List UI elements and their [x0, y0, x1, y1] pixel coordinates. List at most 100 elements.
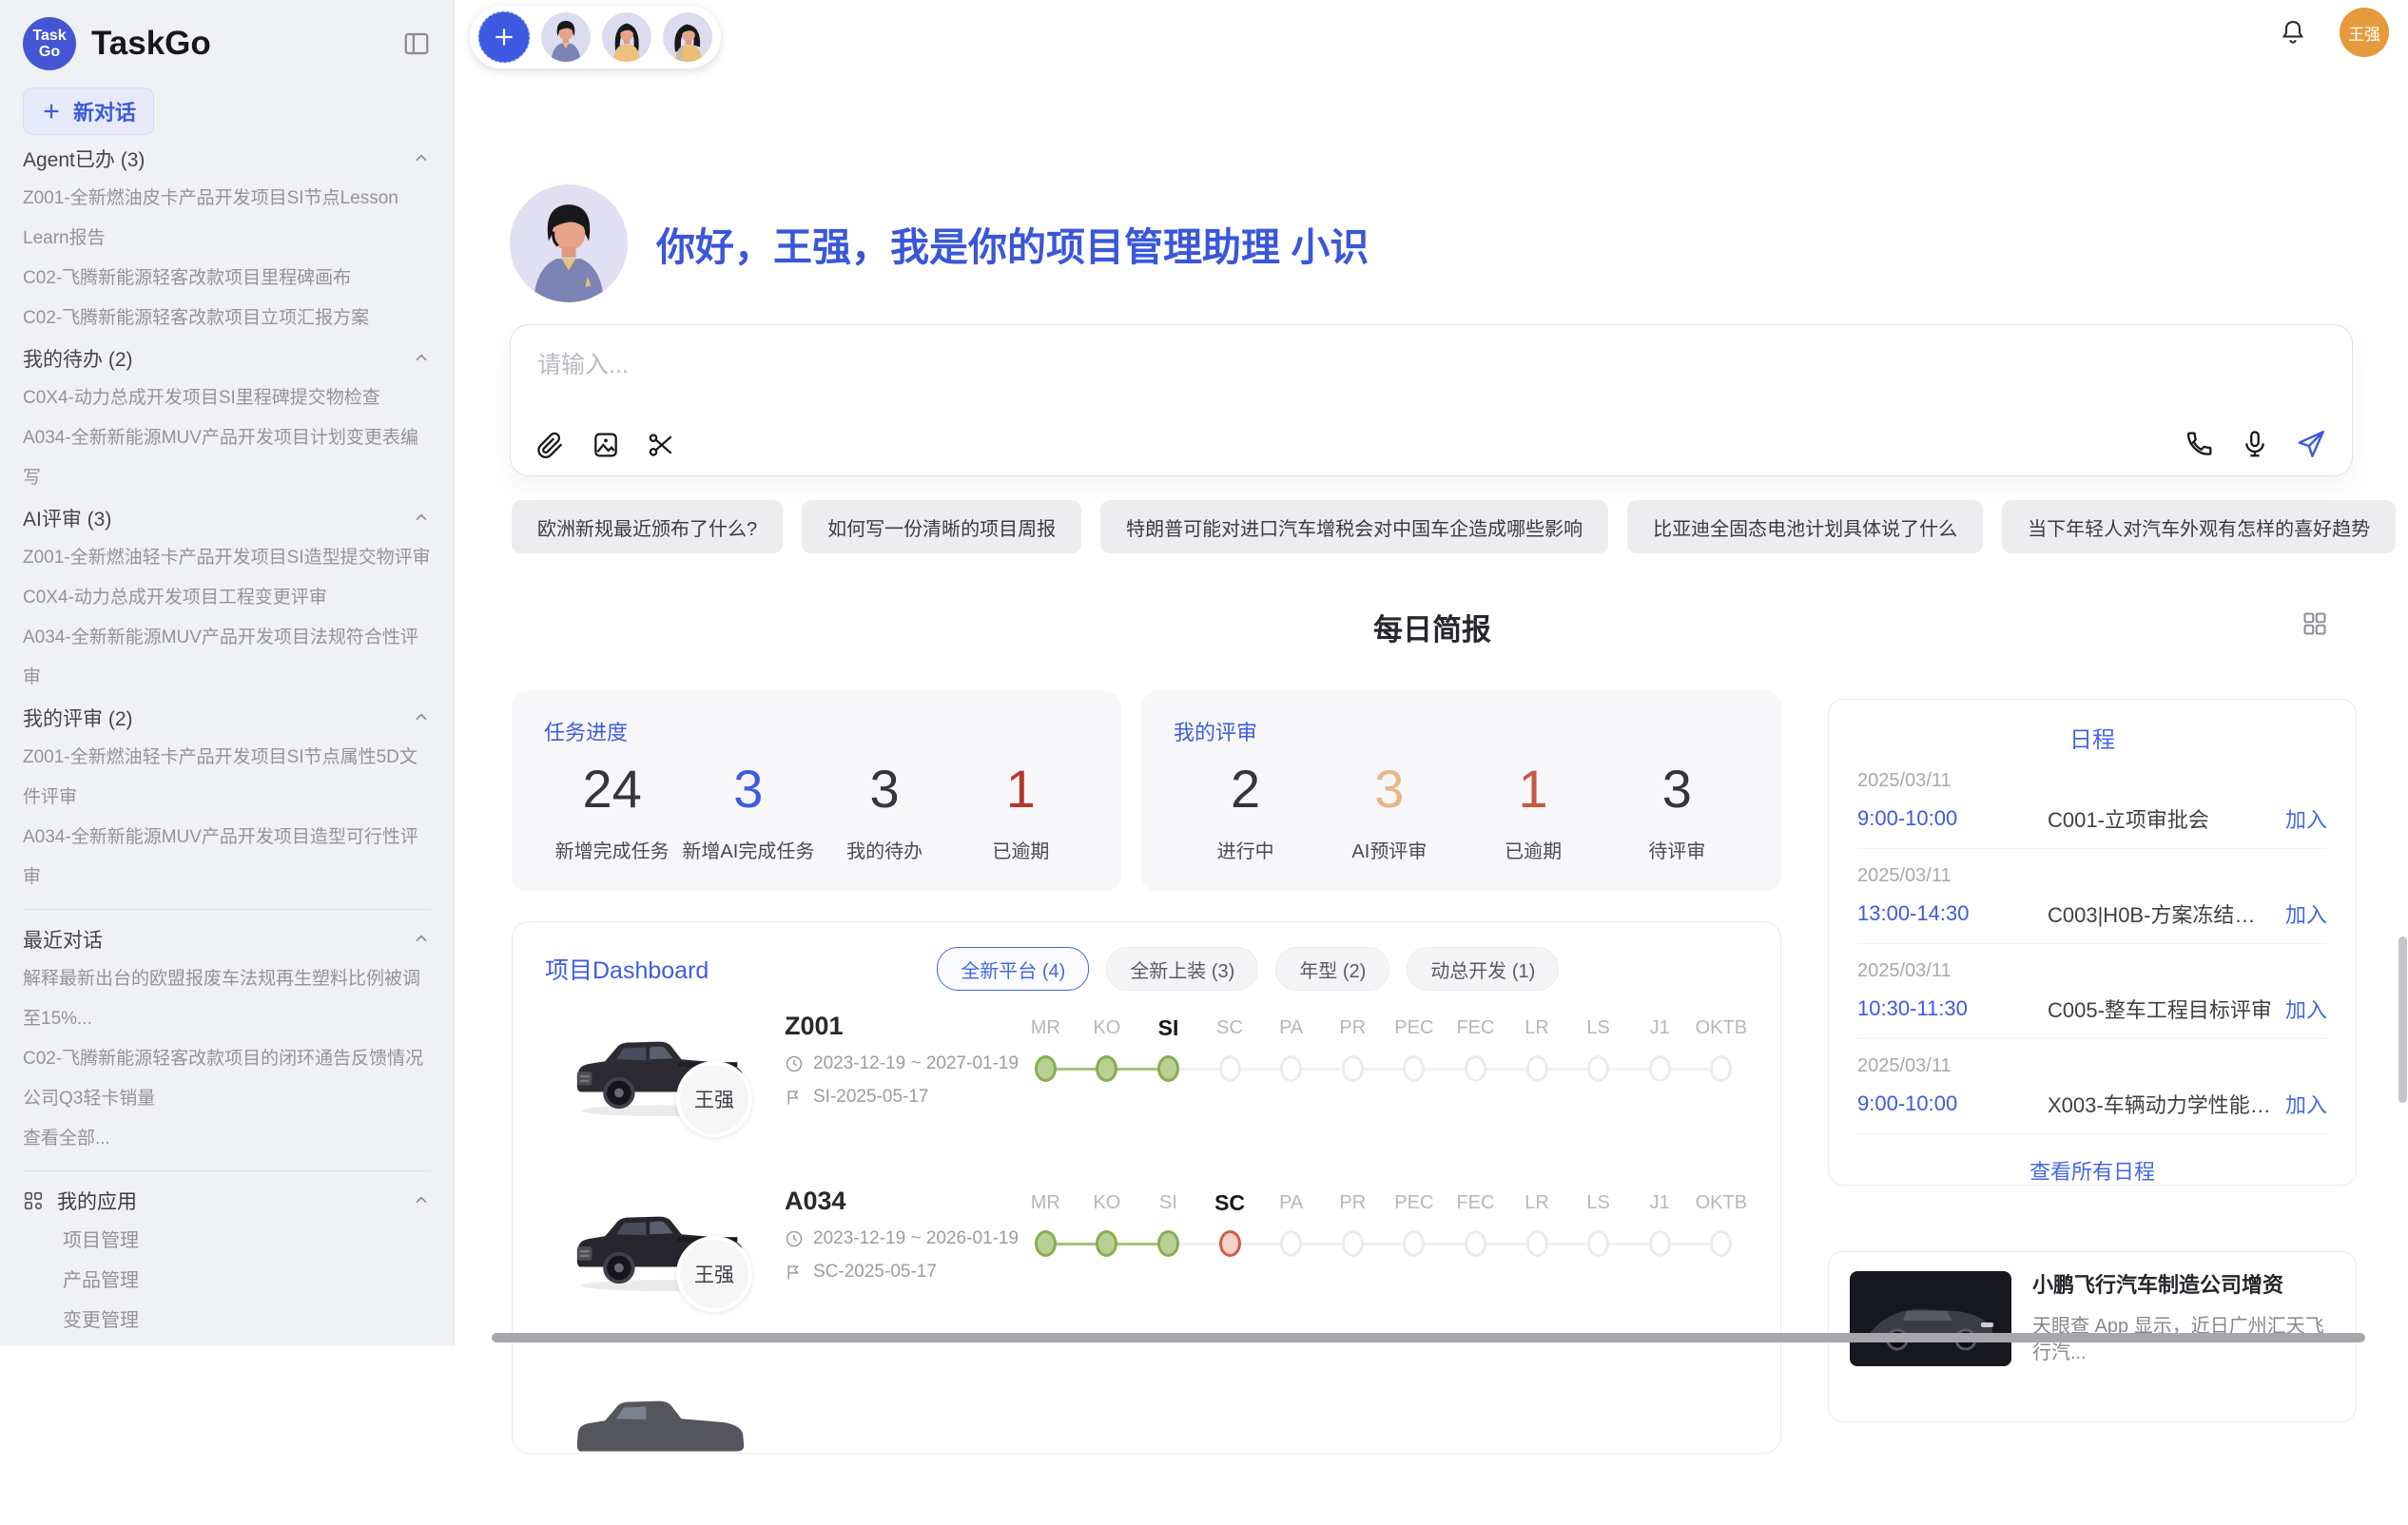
greeting: 你好，王强，我是你的项目管理助理 小识 [510, 184, 1369, 302]
section-my-todo[interactable]: 我的待办 (2) [23, 338, 431, 378]
join-link[interactable]: 加入 [2285, 994, 2327, 1024]
schedule-date: 2025/03/11 [1857, 960, 2327, 982]
greeting-text: 你好，王强，我是你的项目管理助理 小识 [656, 215, 1369, 272]
list-item[interactable]: C02-飞腾新能源轻客改款项目里程碑画布 [23, 259, 431, 299]
project-row[interactable] [513, 1365, 1780, 1525]
sidebar-item-my-apps[interactable]: 我的应用 [23, 1181, 431, 1221]
list-item[interactable]: C02-飞腾新能源轻客改款项目的闭环通告反馈情况 [23, 1039, 431, 1079]
sidebar-item-change-mgmt[interactable]: 变更管理 [23, 1301, 431, 1341]
new-chat-label: 新对话 [73, 96, 136, 126]
microphone-icon[interactable] [2240, 429, 2270, 459]
sidebar-sections: Agent已办 (3) Z001-全新燃油皮卡产品开发项目SI节点Lesson … [23, 139, 431, 1346]
schedule-item: 2025/03/11 9:00-10:00 X003-车辆动力学性能验... 加… [1857, 1039, 2327, 1134]
user-avatar[interactable]: 王强 [2340, 8, 2389, 57]
layout-grid-icon[interactable] [2301, 610, 2328, 637]
chevron-up-icon[interactable] [412, 349, 431, 368]
task-progress-card: 任务进度 24新增完成任务 3新增AI完成任务 3我的待办 1已逾期 [512, 691, 1121, 891]
list-item[interactable]: A034-全新新能源MUV产品开发项目计划变更表编写 [23, 418, 431, 498]
list-item[interactable]: 公司Q3轻卡销量 [23, 1079, 431, 1119]
schedule-card: 日程 2025/03/11 9:00-10:00 C001-立项审批会 加入 2… [1828, 699, 2357, 1186]
app-title: TaskGo [91, 25, 402, 63]
schedule-time: 9:00-10:00 [1857, 806, 2048, 831]
list-item[interactable]: C0X4-动力总成开发项目工程变更评审 [23, 578, 431, 618]
phone-icon[interactable] [2185, 429, 2215, 459]
section-ai-review[interactable]: AI评审 (3) [23, 498, 431, 538]
chevron-up-icon[interactable] [412, 149, 431, 168]
chevron-up-icon[interactable] [412, 708, 431, 727]
truck-image [568, 1375, 754, 1485]
sidebar-collapse-icon[interactable] [402, 29, 431, 58]
list-item[interactable]: Z001-全新燃油皮卡产品开发项目SI节点Lesson Learn报告 [23, 179, 431, 259]
plus-icon [492, 25, 516, 49]
card-title: 我的评审 [1174, 716, 1749, 746]
schedule-item: 2025/03/11 10:30-11:30 C005-整车工程目标评审 加入 [1857, 944, 2327, 1039]
clock-icon [785, 1229, 804, 1248]
vertical-scrollbar[interactable] [2398, 936, 2407, 1103]
chevron-up-icon[interactable] [412, 1191, 431, 1210]
filter-pill[interactable]: 年型 (2) [1275, 947, 1389, 991]
new-chat-button[interactable]: 新对话 [23, 87, 154, 135]
section-my-review[interactable]: 我的评审 (2) [23, 698, 431, 738]
sidebar-header: Task Go TaskGo [23, 0, 431, 87]
project-flag: SC-2025-05-17 [813, 1262, 937, 1283]
send-icon[interactable] [2295, 428, 2327, 460]
image-icon[interactable] [591, 430, 621, 460]
stat-pending-review: 3待评审 [1605, 756, 1749, 863]
sidebar-item-project-mgmt[interactable]: 项目管理 [23, 1221, 431, 1261]
section-agent-done[interactable]: Agent已办 (3) [23, 139, 431, 179]
project-name: A034 [785, 1187, 1019, 1216]
suggestion-chip[interactable]: 当下年轻人对汽车外观有怎样的喜好趋势 [2002, 500, 2396, 553]
list-item[interactable]: 解释最新出台的欧盟报废车法规再生塑料比例被调至15%... [23, 959, 431, 1039]
schedule-item: 2025/03/11 9:00-10:00 C001-立项审批会 加入 [1857, 754, 2327, 849]
project-row[interactable]: 王强 Z001 2023-12-19 ~ 2027-01-19 SI-2025-… [513, 1006, 1780, 1166]
stat-overdue: 1已逾期 [953, 756, 1089, 863]
chevron-up-icon[interactable] [412, 509, 431, 528]
join-link[interactable]: 加入 [2285, 898, 2327, 929]
member-pill [470, 6, 721, 68]
join-link[interactable]: 加入 [2285, 803, 2327, 834]
list-item[interactable]: A034-全新新能源MUV产品开发项目造型可行性评审 [23, 818, 431, 898]
schedule-date: 2025/03/11 [1857, 1055, 2327, 1077]
project-row[interactable]: 王强 A034 2023-12-19 ~ 2026-01-19 SC-2025-… [513, 1181, 1780, 1341]
schedule-time: 10:30-11:30 [1857, 996, 2048, 1021]
avatar[interactable] [663, 12, 712, 62]
dashboard-filters: 全新平台 (4) 全新上装 (3) 年型 (2) 动总开发 (1) [937, 947, 1559, 991]
filter-pill[interactable]: 全新上装 (3) [1106, 947, 1258, 991]
list-item[interactable]: A034-全新新能源MUV产品开发项目法规符合性评审 [23, 618, 431, 698]
add-member-button[interactable] [478, 11, 530, 63]
schedule-event: C003|H0B-方案冻结评审 [2048, 898, 2274, 929]
suggestion-chip[interactable]: 比亚迪全固态电池计划具体说了什么 [1627, 500, 1983, 553]
project-dates: 2023-12-19 ~ 2026-01-19 [813, 1228, 1019, 1249]
avatar[interactable] [541, 12, 591, 62]
horizontal-scrollbar[interactable] [492, 1333, 2365, 1342]
suggestion-chip[interactable]: 特朗普可能对进口汽车增税会对中国车企造成哪些影响 [1100, 500, 1608, 553]
chevron-up-icon[interactable] [412, 930, 431, 949]
list-item[interactable]: Z001-全新燃油轻卡产品开发项目SI节点属性5D文件评审 [23, 738, 431, 818]
schedule-date: 2025/03/11 [1857, 865, 2327, 887]
view-all-apps[interactable]: 查看全部... [23, 1341, 431, 1346]
sidebar-item-product-mgmt[interactable]: 产品管理 [23, 1261, 431, 1301]
owner-badge: 王强 [676, 1061, 752, 1137]
notification-bell-icon[interactable] [2279, 18, 2307, 47]
avatar[interactable] [602, 12, 651, 62]
schedule-time: 13:00-14:30 [1857, 901, 2048, 926]
attachment-icon[interactable] [535, 430, 566, 460]
news-title: 小鹏飞行汽车制造公司增资 [2032, 1271, 2335, 1300]
scissors-icon[interactable] [646, 430, 676, 460]
project-dates: 2023-12-19 ~ 2027-01-19 [813, 1053, 1019, 1074]
suggestion-chip[interactable]: 如何写一份清晰的项目周报 [802, 500, 1081, 553]
filter-pill[interactable]: 动总开发 (1) [1407, 947, 1559, 991]
list-item[interactable]: C0X4-动力总成开发项目SI里程碑提交物检查 [23, 378, 431, 418]
chat-input[interactable] [535, 344, 2327, 409]
filter-pill[interactable]: 全新平台 (4) [937, 947, 1089, 991]
schedule-event: X003-车辆动力学性能验... [2048, 1089, 2274, 1119]
list-item[interactable]: Z001-全新燃油轻卡产品开发项目SI造型提交物评审 [23, 538, 431, 578]
list-item[interactable]: C02-飞腾新能源轻客改款项目立项汇报方案 [23, 299, 431, 338]
section-recent-chats[interactable]: 最近对话 [23, 919, 431, 959]
schedule-item: 2025/03/11 13:00-14:30 C003|H0B-方案冻结评审 加… [1857, 849, 2327, 944]
join-link[interactable]: 加入 [2285, 1089, 2327, 1119]
owner-badge: 王强 [676, 1236, 752, 1312]
view-all-recent[interactable]: 查看全部... [23, 1119, 431, 1159]
view-all-schedule-link[interactable]: 查看所有日程 [1857, 1134, 2327, 1206]
suggestion-chip[interactable]: 欧洲新规最近颁布了什么? [512, 500, 783, 553]
